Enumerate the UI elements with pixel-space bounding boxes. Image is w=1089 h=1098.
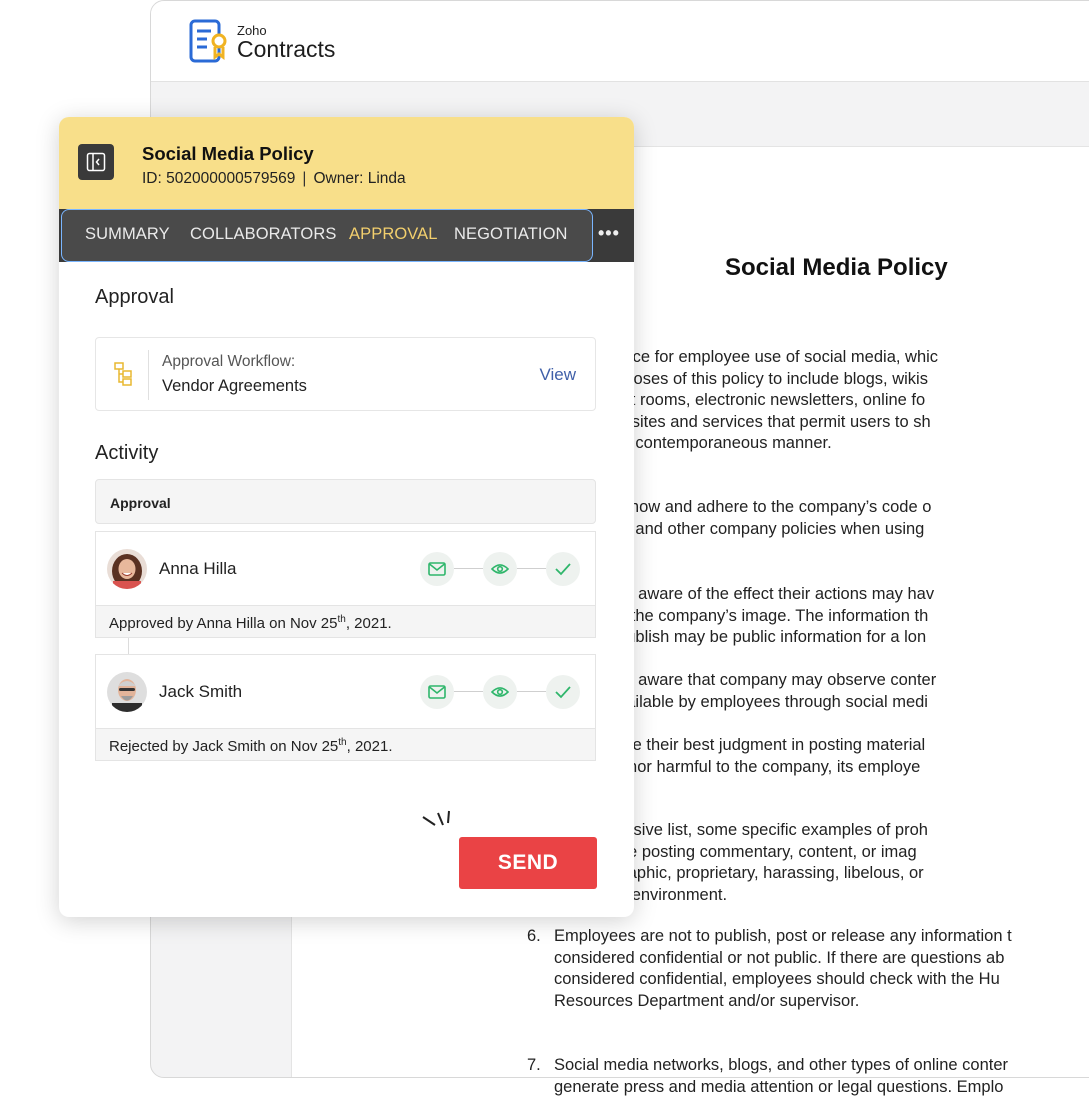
check-icon <box>554 685 572 699</box>
email-sent-step <box>420 675 454 709</box>
tab-summary[interactable]: SUMMARY <box>85 225 170 244</box>
tab-negotiation[interactable]: NEGOTIATION <box>454 225 568 244</box>
collapse-panel-button[interactable] <box>78 144 114 180</box>
activity-table-header: Approval <box>95 479 596 524</box>
approval-steps <box>420 675 580 709</box>
viewed-step <box>483 552 517 586</box>
contract-meta: ID: 502000000579569 | Owner: Linda <box>142 170 406 188</box>
item-number: 6. <box>527 926 554 948</box>
policy-numbered-item: 7.Social media networks, blogs, and othe… <box>527 1055 1087 1098</box>
policy-line: considered confidential or not public. I… <box>527 948 1087 970</box>
approval-workflow-card: Approval Workflow: Vendor Agreements Vie… <box>95 337 596 411</box>
tab-approval[interactable]: APPROVAL <box>349 225 438 244</box>
approver-status: Approved by Anna Hilla on Nov 25th, 2021… <box>95 606 596 638</box>
collapse-left-icon <box>86 152 106 172</box>
item-text: Employees are not to publish, post or re… <box>554 927 1012 945</box>
activity-heading: Activity <box>95 442 158 465</box>
step-connector <box>517 691 546 692</box>
eye-icon <box>491 686 509 698</box>
mail-icon <box>428 685 446 699</box>
view-workflow-link[interactable]: View <box>539 365 576 385</box>
tab-collaborators[interactable]: COLLABORATORS <box>190 225 336 244</box>
email-sent-step <box>420 552 454 586</box>
check-icon <box>554 562 572 576</box>
item-number: 7. <box>527 1055 554 1077</box>
approved-step <box>546 675 580 709</box>
step-connector <box>517 568 546 569</box>
approver-status-text: Rejected by Jack Smith on Nov 25th, 2021… <box>109 737 393 755</box>
avatar-anna-hilla <box>107 549 147 589</box>
approval-heading: Approval <box>95 286 174 309</box>
document-title: Social Media Policy <box>725 254 948 282</box>
contracts-logo-icon <box>189 19 231 65</box>
workflow-icon <box>114 362 136 386</box>
activity-column-approval: Approval <box>110 495 171 511</box>
workflow-value: Vendor Agreements <box>162 377 307 396</box>
zoho-contracts-logo[interactable]: Zoho Contracts <box>189 19 335 65</box>
panel-header: Social Media Policy ID: 502000000579569 |… <box>59 117 634 209</box>
contract-owner: Owner: Linda <box>313 170 405 187</box>
mail-icon <box>428 562 446 576</box>
workflow-divider <box>148 350 149 400</box>
more-tabs-button[interactable]: ••• <box>598 223 620 244</box>
approved-step <box>546 552 580 586</box>
approver-status-text: Approved by Anna Hilla on Nov 25th, 2021… <box>109 614 392 632</box>
approval-steps <box>420 552 580 586</box>
approver-status: Rejected by Jack Smith on Nov 25th, 2021… <box>95 729 596 761</box>
send-button[interactable]: SEND <box>459 837 597 889</box>
approver-row: Jack Smith <box>95 654 596 729</box>
approver-name: Anna Hilla <box>159 559 237 579</box>
avatar-jack-smith <box>107 672 147 712</box>
approver-name: Jack Smith <box>159 682 242 702</box>
policy-numbered-item: 6.Employees are not to publish, post or … <box>527 926 1087 1012</box>
policy-line: Resources Department and/or supervisor. <box>527 991 1087 1013</box>
timeline-connector <box>128 638 129 654</box>
policy-line: 7.Social media networks, blogs, and othe… <box>527 1055 1087 1077</box>
workflow-label: Approval Workflow: <box>162 353 295 371</box>
viewed-step <box>483 675 517 709</box>
contract-details-panel: Social Media Policy ID: 502000000579569 |… <box>59 117 634 917</box>
eye-icon <box>491 563 509 575</box>
step-connector <box>454 568 483 569</box>
policy-line: considered confidential, employees shoul… <box>527 969 1087 991</box>
tab-bar: SUMMARY COLLABORATORS APPROVAL NEGOTIATI… <box>59 209 634 262</box>
click-spark-icon <box>421 809 461 833</box>
meta-separator: | <box>302 170 306 187</box>
item-text: Social media networks, blogs, and other … <box>554 1056 1008 1074</box>
logo-zoho-text: Zoho <box>237 24 335 37</box>
app-header: Zoho Contracts <box>151 1 1089 82</box>
policy-line: 6.Employees are not to publish, post or … <box>527 926 1087 948</box>
contract-title: Social Media Policy <box>142 143 314 165</box>
step-connector <box>454 691 483 692</box>
approver-row: Anna Hilla <box>95 531 596 606</box>
contract-id: ID: 502000000579569 <box>142 170 295 187</box>
logo-contracts-text: Contracts <box>237 38 335 61</box>
